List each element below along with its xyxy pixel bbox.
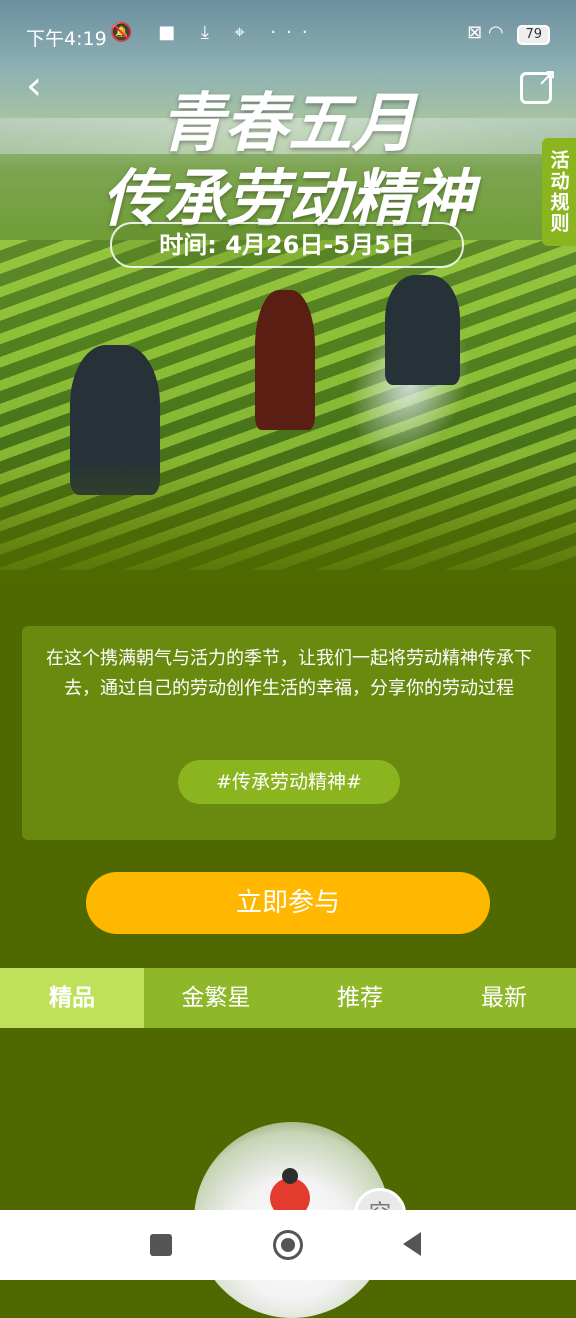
status-right-icons: ⊠ ◠ 79 bbox=[467, 22, 550, 45]
farmer-figure bbox=[385, 275, 460, 385]
recent-apps-button[interactable] bbox=[150, 1234, 172, 1256]
battery-icon: 79 bbox=[517, 25, 550, 45]
tab-latest[interactable]: 最新 bbox=[432, 968, 576, 1028]
event-date: 时间: 4月26日-5月5日 bbox=[110, 222, 464, 268]
status-left-icons: 🔕 ■ ⤓ ⌖ ··· bbox=[110, 22, 318, 43]
status-time: 下午4:19 bbox=[26, 28, 107, 50]
tab-recommended[interactable]: 推荐 bbox=[288, 968, 432, 1028]
status-bar: 下午4:19 🔕 ■ ⤓ ⌖ ··· ⊠ ◠ 79 bbox=[0, 0, 576, 72]
thumbnail-person-head bbox=[282, 1168, 298, 1184]
farmer-figure bbox=[255, 290, 315, 430]
tab-gold-star[interactable]: 金繁星 bbox=[144, 968, 288, 1028]
farmer-figure bbox=[70, 345, 160, 495]
tab-featured[interactable]: 精品 bbox=[0, 968, 144, 1028]
event-description-card: 在这个携满朝气与活力的季节，让我们一起将劳动精神传承下去，通过自己的劳动创作生活… bbox=[22, 626, 556, 840]
signal-icon: ⊠ bbox=[467, 22, 483, 43]
system-back-button[interactable] bbox=[403, 1232, 421, 1256]
content-tabs: 精品 金繁星 推荐 最新 bbox=[0, 968, 576, 1028]
join-button[interactable]: 立即参与 bbox=[86, 872, 490, 934]
wifi-icon: ◠ bbox=[488, 22, 504, 43]
event-description: 在这个携满朝气与活力的季节，让我们一起将劳动精神传承下去，通过自己的劳动创作生活… bbox=[46, 648, 532, 699]
home-button[interactable] bbox=[273, 1230, 303, 1260]
hashtag-button[interactable]: #传承劳动精神# bbox=[178, 760, 400, 804]
